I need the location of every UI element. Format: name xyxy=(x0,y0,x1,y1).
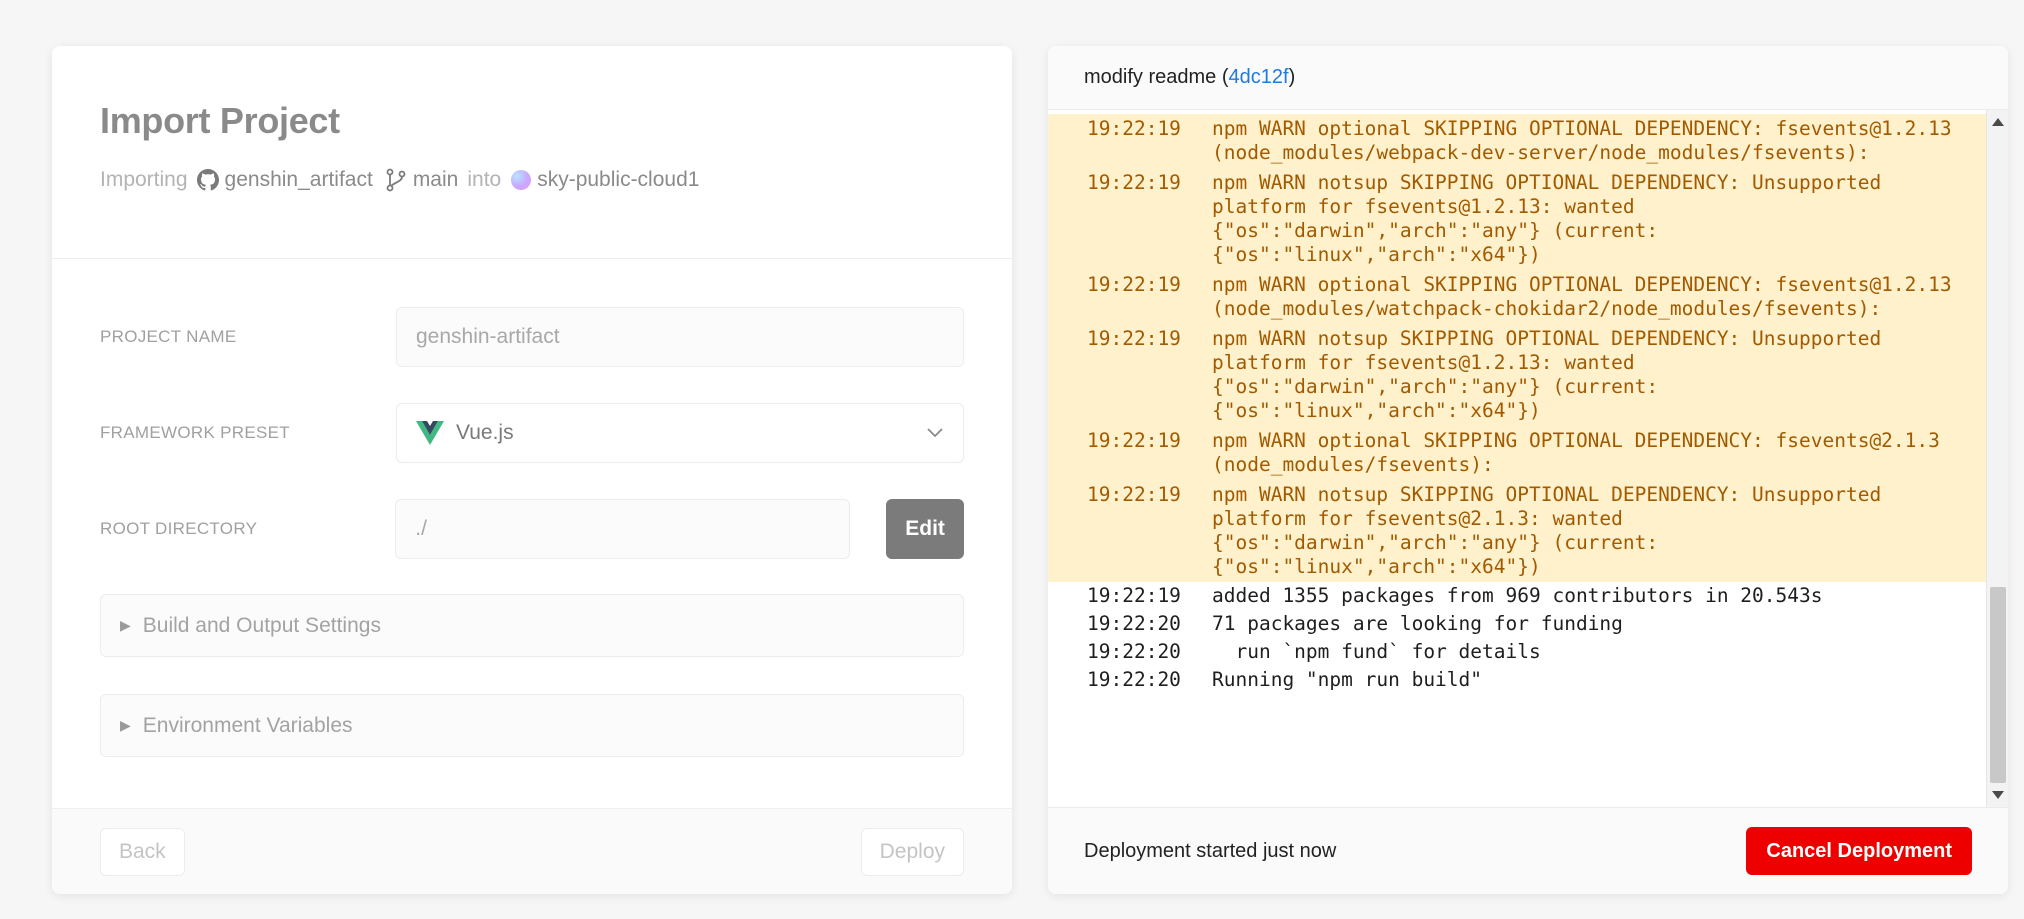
import-header: Import Project Importing genshin_artifac… xyxy=(52,46,1012,259)
triangle-right-icon: ▶ xyxy=(120,717,131,733)
chevron-down-icon xyxy=(927,428,943,438)
edit-button[interactable]: Edit xyxy=(886,499,964,559)
log-line: 19:22:19 npm WARN notsup SKIPPING OPTIONA… xyxy=(1048,168,1986,270)
commit-header: modify readme (4dc12f) xyxy=(1048,46,2008,110)
root-directory-input[interactable]: ./ xyxy=(395,499,851,559)
build-log: 19:22:19 npm WARN optional SKIPPING OPTIO… xyxy=(1048,110,1986,807)
log-timestamp: 19:22:19 xyxy=(1087,429,1181,452)
importing-label: Importing xyxy=(100,168,188,191)
log-list: 19:22:19 npm WARN optional SKIPPING OPTIO… xyxy=(1048,110,1986,694)
log-line: 19:22:19 added 1355 packages from 969 con… xyxy=(1048,582,1986,610)
repo-name: genshin_artifact xyxy=(224,168,373,191)
log-message: npm WARN optional SKIPPING OPTIONAL DEPE… xyxy=(1212,273,1964,320)
org-name: sky-public-cloud1 xyxy=(537,168,700,191)
root-directory-value: ./ xyxy=(415,517,427,540)
log-message: run `npm fund` for details xyxy=(1212,640,1541,663)
build-settings-toggle[interactable]: ▶ Build and Output Settings xyxy=(100,594,964,657)
log-line: 19:22:20 71 packages are looking for fund… xyxy=(1048,610,1986,638)
scroll-down-icon[interactable] xyxy=(1992,791,2004,799)
triangle-right-icon: ▶ xyxy=(120,617,131,633)
org-avatar xyxy=(511,170,532,190)
log-line: 19:22:19 npm WARN optional SKIPPING OPTIO… xyxy=(1048,114,1986,168)
log-timestamp: 19:22:19 xyxy=(1087,117,1181,140)
deployment-status: Deployment started just now xyxy=(1084,839,1337,862)
back-button[interactable]: Back xyxy=(100,827,185,876)
log-message: Running "npm run build" xyxy=(1212,668,1483,691)
log-message: npm WARN notsup SKIPPING OPTIONAL DEPEND… xyxy=(1212,483,1893,578)
import-project-card: Import Project Importing genshin_artifac… xyxy=(52,46,1012,894)
github-icon xyxy=(196,169,219,191)
log-message: npm WARN optional SKIPPING OPTIONAL DEPE… xyxy=(1212,429,1952,476)
import-summary: Importing genshin_artifact main into sky… xyxy=(100,168,964,192)
scroll-thumb[interactable] xyxy=(1990,587,2006,783)
log-line: 19:22:20 run `npm fund` for details xyxy=(1048,638,1986,666)
log-timestamp: 19:22:19 xyxy=(1087,273,1181,296)
log-line: 19:22:19 npm WARN notsup SKIPPING OPTIONA… xyxy=(1048,324,1986,426)
root-directory-row: ROOT DIRECTORY ./ Edit xyxy=(100,499,964,559)
log-timestamp: 19:22:19 xyxy=(1087,483,1181,506)
page-title: Import Project xyxy=(100,100,340,141)
scroll-up-icon[interactable] xyxy=(1992,118,2004,126)
into-label: into xyxy=(467,168,502,191)
log-message: npm WARN notsup SKIPPING OPTIONAL DEPEND… xyxy=(1212,327,1893,422)
branch-name: main xyxy=(412,168,459,191)
import-footer: Back Deploy xyxy=(52,808,1012,894)
log-timestamp: 19:22:19 xyxy=(1087,171,1181,194)
project-name-label: PROJECT NAME xyxy=(100,327,237,346)
env-vars-label: Environment Variables xyxy=(142,713,353,737)
log-message: npm WARN optional SKIPPING OPTIONAL DEPE… xyxy=(1212,117,1964,164)
log-line: 19:22:19 npm WARN notsup SKIPPING OPTIONA… xyxy=(1048,480,1986,582)
framework-row: FRAMEWORK PRESET Vue.js xyxy=(100,403,964,463)
framework-label: FRAMEWORK PRESET xyxy=(100,423,290,442)
log-line: 19:22:19 npm WARN optional SKIPPING OPTIO… xyxy=(1048,426,1986,480)
log-timestamp: 19:22:20 xyxy=(1087,668,1181,691)
commit-hash-link[interactable]: 4dc12f xyxy=(1229,66,1289,89)
project-name-row: PROJECT NAME genshin-artifact xyxy=(100,307,964,367)
log-message: npm WARN notsup SKIPPING OPTIONAL DEPEND… xyxy=(1212,171,1893,266)
log-message: 71 packages are looking for funding xyxy=(1212,612,1623,635)
git-branch-icon xyxy=(385,168,407,192)
log-timestamp: 19:22:20 xyxy=(1087,612,1181,635)
framework-select[interactable]: Vue.js xyxy=(396,403,964,463)
project-name-input[interactable]: genshin-artifact xyxy=(396,307,964,367)
build-settings-label: Build and Output Settings xyxy=(142,613,381,637)
env-vars-toggle[interactable]: ▶ Environment Variables xyxy=(100,694,964,757)
project-form: PROJECT NAME genshin-artifact FRAMEWORK … xyxy=(52,259,1012,757)
commit-message: modify readme xyxy=(1084,66,1217,88)
deploy-button[interactable]: Deploy xyxy=(860,827,964,876)
log-scrollbar[interactable] xyxy=(1986,110,2008,807)
root-directory-label: ROOT DIRECTORY xyxy=(100,519,258,538)
log-timestamp: 19:22:19 xyxy=(1087,584,1181,607)
framework-value: Vue.js xyxy=(456,421,514,444)
log-timestamp: 19:22:20 xyxy=(1087,640,1181,663)
vue-logo-icon xyxy=(416,421,444,445)
deployment-card: modify readme (4dc12f) 19:22:19 npm WARN … xyxy=(1048,46,2008,894)
log-timestamp: 19:22:19 xyxy=(1087,327,1181,350)
log-line: 19:22:19 npm WARN optional SKIPPING OPTIO… xyxy=(1048,270,1986,324)
deployment-footer: Deployment started just now Cancel Deplo… xyxy=(1048,807,2008,894)
log-message: added 1355 packages from 969 contributor… xyxy=(1212,584,1823,607)
log-line: 19:22:20 Running "npm run build" xyxy=(1048,666,1986,694)
cancel-deployment-button[interactable]: Cancel Deployment xyxy=(1746,827,1972,875)
project-name-value: genshin-artifact xyxy=(416,325,560,348)
